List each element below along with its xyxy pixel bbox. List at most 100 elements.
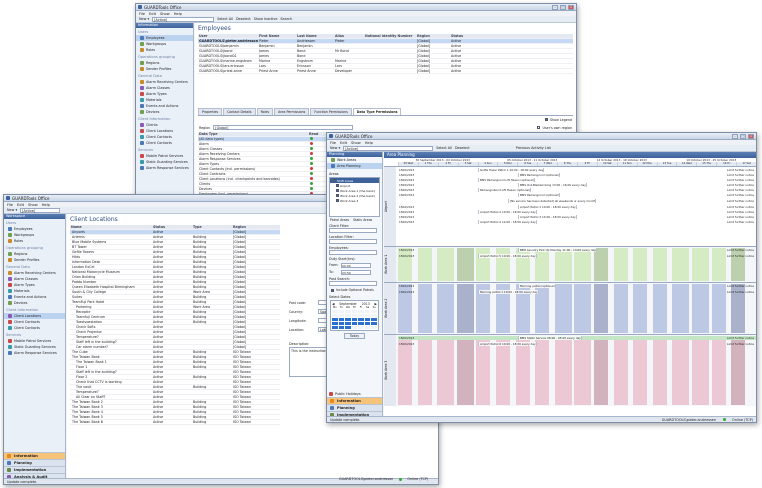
region-select[interactable]: [Global] xyxy=(213,125,354,130)
menu-show[interactable]: Show xyxy=(351,141,361,145)
calendar-day[interactable] xyxy=(332,314,338,317)
menu-show[interactable]: Show xyxy=(28,203,38,207)
shift-block[interactable] xyxy=(652,336,667,405)
nav-planning[interactable]: Planning xyxy=(327,404,382,411)
tab[interactable]: Function Permissions xyxy=(310,108,352,115)
column-header[interactable]: Region xyxy=(416,34,450,38)
shift-block[interactable] xyxy=(652,248,667,281)
new-button[interactable]: New ▾ xyxy=(7,208,17,212)
calendar-day[interactable] xyxy=(345,310,351,313)
shift-block[interactable] xyxy=(496,336,510,405)
calendar-day[interactable] xyxy=(371,326,377,329)
calendar-day[interactable] xyxy=(345,318,351,321)
minimize-button[interactable]: – xyxy=(732,133,738,139)
tab[interactable]: Area Permissions xyxy=(274,108,310,115)
show-legend-checkbox[interactable] xyxy=(544,118,548,121)
calendar-day[interactable] xyxy=(332,322,338,325)
area-tree-item[interactable]: Work Area 3 xyxy=(330,198,379,203)
calendar-day[interactable] xyxy=(351,318,358,321)
planning-row[interactable]: 1500/2013 Parkenginbond Lift Hesen (optio… xyxy=(398,188,756,192)
shift-block[interactable] xyxy=(594,336,608,405)
calendar-day[interactable] xyxy=(364,326,371,329)
include-optional-checkbox[interactable] xyxy=(331,288,334,292)
field-input[interactable] xyxy=(329,250,377,255)
column-header[interactable]: National Identity Number xyxy=(364,34,416,38)
column-header[interactable]: User xyxy=(198,34,258,38)
shift-block[interactable] xyxy=(633,336,648,405)
shift-block[interactable] xyxy=(574,248,592,281)
menu-edit[interactable]: Edit xyxy=(340,141,347,145)
planning-row[interactable]: 1500/2013 Golfie Tower Patrol 1 10:00 - 1… xyxy=(398,168,756,172)
calendar-day[interactable] xyxy=(358,314,364,317)
new-button[interactable]: New ▾ xyxy=(139,17,149,21)
tab-static-areas[interactable]: Static Areas xyxy=(353,218,372,222)
deselect-button[interactable]: Deselect xyxy=(455,146,470,150)
close-button[interactable]: × xyxy=(748,133,754,139)
planning-row[interactable]: 1500/2013 Morning patrol 1 10:00 - 18:00 … xyxy=(398,290,756,294)
time-input[interactable]: 00:00 xyxy=(341,263,371,268)
calendar-day[interactable] xyxy=(332,326,338,329)
tab[interactable]: Properties xyxy=(198,108,223,115)
column-header[interactable]: Status xyxy=(152,225,192,229)
sidebar-item[interactable]: Alarm Response Services xyxy=(136,165,193,171)
column-header[interactable]: Name xyxy=(70,225,152,229)
tab[interactable]: Contact Details xyxy=(223,108,256,115)
planning-row[interactable]: [No service has been detected] all weeke… xyxy=(398,199,756,203)
tab[interactable]: Data Type Permissions xyxy=(352,108,402,115)
close-button[interactable]: × xyxy=(568,4,574,10)
field-input[interactable] xyxy=(329,239,377,244)
menu-help[interactable]: Help xyxy=(365,141,373,145)
nav-planning[interactable]: Planning xyxy=(4,459,65,466)
shift-block[interactable] xyxy=(476,336,491,405)
shift-block[interactable] xyxy=(398,248,412,281)
menu-help[interactable]: Help xyxy=(174,12,182,16)
calendar-day[interactable] xyxy=(371,310,377,313)
calendar-day[interactable] xyxy=(364,318,371,321)
planning-row[interactable]: 1500/2013 BBH Laundry Pick Up Monday 11:0… xyxy=(398,248,756,252)
planning-row[interactable]: 1500/2013 BMS Parkengrond (optional) Limit… xyxy=(398,173,756,177)
minimize-button[interactable]: – xyxy=(552,4,558,10)
calendar-day[interactable] xyxy=(371,322,377,325)
calendar-day[interactable] xyxy=(345,322,351,325)
calendar-day[interactable] xyxy=(364,310,371,313)
planning-row[interactable]: 1500/2013 Airport Patrol 2 10:00 - 16:00 … xyxy=(398,210,756,214)
today-button[interactable]: Today xyxy=(343,333,366,339)
calendar-day[interactable] xyxy=(364,314,371,317)
shift-block[interactable] xyxy=(476,248,491,281)
calendar-day[interactable] xyxy=(351,326,358,329)
planning-row[interactable]: 1500/2013 Airport Patrol 6 10:00 - 18:00 … xyxy=(398,342,756,346)
calendar-day[interactable] xyxy=(358,322,364,325)
shift-block[interactable] xyxy=(672,248,690,281)
shift-block[interactable] xyxy=(731,248,746,281)
shift-block[interactable] xyxy=(417,336,432,405)
field-input[interactable] xyxy=(329,281,377,286)
calendar-day[interactable] xyxy=(332,310,338,313)
shift-block[interactable] xyxy=(692,248,709,281)
calendar-day[interactable] xyxy=(358,310,364,313)
calendar-day[interactable] xyxy=(338,326,345,329)
tab-patrol-areas[interactable]: Patrol Areas xyxy=(330,218,349,222)
calendar-day[interactable] xyxy=(345,314,351,317)
shift-block[interactable] xyxy=(437,336,455,405)
calendar-day[interactable] xyxy=(332,318,338,321)
calendar-day[interactable] xyxy=(338,314,345,317)
shift-block[interactable] xyxy=(731,336,746,405)
search-button[interactable]: Search xyxy=(280,17,292,21)
area-checkbox[interactable] xyxy=(336,189,339,192)
column-header[interactable]: First Name xyxy=(258,34,296,38)
field-input[interactable] xyxy=(329,228,377,233)
menu-file[interactable]: File xyxy=(330,141,336,145)
sidebar-item[interactable]: Alarm Response Services xyxy=(4,350,65,356)
nav-implementation[interactable]: Implementation xyxy=(4,466,65,473)
select-all-button[interactable]: Select All xyxy=(436,146,452,150)
own-region-checkbox[interactable] xyxy=(536,126,540,129)
maximize-button[interactable]: □ xyxy=(740,133,746,139)
menu-edit[interactable]: Edit xyxy=(149,12,156,16)
shift-block[interactable] xyxy=(574,336,592,405)
shift-block[interactable] xyxy=(535,336,550,405)
shift-block[interactable] xyxy=(535,248,550,281)
menu-show[interactable]: Show xyxy=(160,12,170,16)
calendar-day[interactable] xyxy=(338,318,345,321)
area-checkbox[interactable] xyxy=(336,199,339,202)
planning-row[interactable]: 1500/2013 Airport Patrol 3 14:00 - 18:00 … xyxy=(398,215,756,219)
